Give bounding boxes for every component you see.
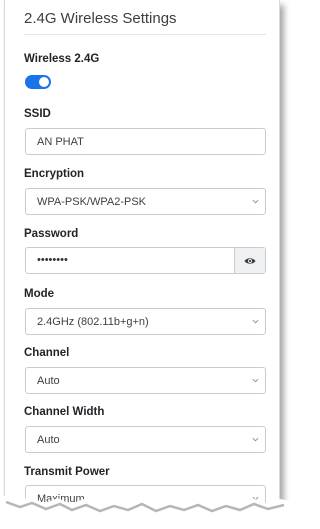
encryption-select[interactable]: WPA-PSK/WPA2-PSK [25,188,266,215]
password-value: •••••••• [37,254,68,266]
channel-width-value: Auto [37,433,60,446]
settings-panel: 2.4G Wireless Settings Wireless 2.4G SSI… [4,0,280,512]
transmit-power-label: Transmit Power [24,466,110,478]
mode-label: Mode [24,288,55,300]
channel-width-select[interactable]: Auto [25,426,266,453]
channel-value: Auto [37,374,60,387]
mode-select[interactable]: 2.4GHz (802.11b+g+n) [25,308,266,335]
torn-edge [0,496,290,529]
mode-value: 2.4GHz (802.11b+g+n) [37,315,149,328]
chevron-down-icon [252,437,259,442]
password-field[interactable]: •••••••• [25,247,266,274]
title-divider [24,34,266,35]
password-label: Password [24,228,79,240]
ssid-value: AN PHAT [37,135,84,148]
ssid-label: SSID [24,108,51,120]
ssid-input[interactable]: AN PHAT [25,128,266,155]
chevron-down-icon [252,378,259,383]
toggle-knob [39,77,49,87]
encryption-value: WPA-PSK/WPA2-PSK [37,195,147,208]
wireless-label: Wireless 2.4G [24,53,100,65]
eye-icon [244,257,256,264]
channel-width-label: Channel Width [24,406,105,418]
encryption-label: Encryption [24,168,85,180]
chevron-down-icon [252,199,259,204]
section-title: 2.4G Wireless Settings [24,10,177,27]
channel-label: Channel [24,347,70,359]
chevron-down-icon [252,319,259,324]
show-password-button[interactable] [234,248,265,273]
channel-select[interactable]: Auto [25,367,266,394]
wireless-toggle[interactable] [25,75,51,89]
